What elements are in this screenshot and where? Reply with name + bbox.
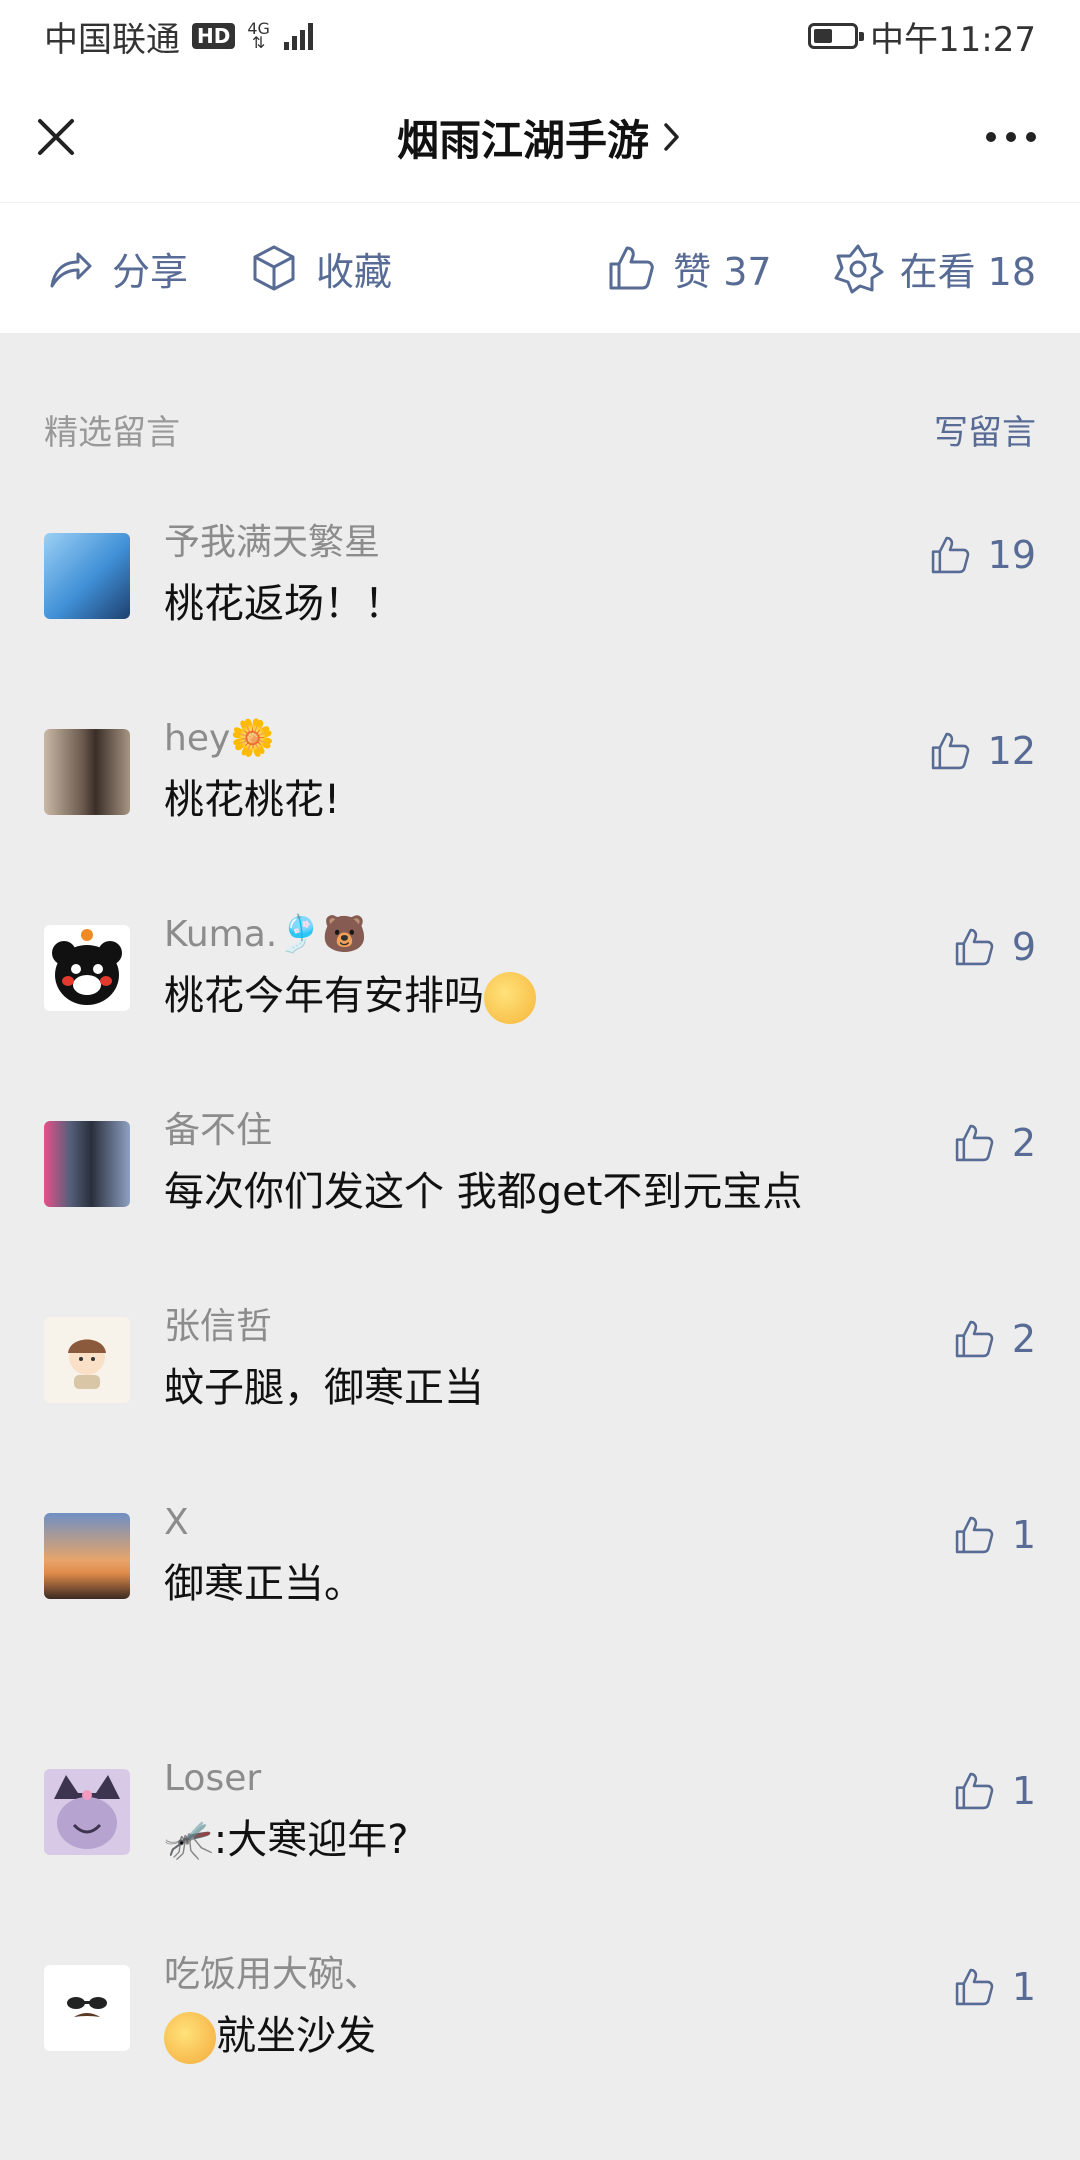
comment-like-button[interactable]: 2 — [952, 1317, 1036, 1361]
comment-item: Loser 🦟:大寒迎年? 1 — [0, 1717, 1080, 1913]
signal-icon — [283, 22, 313, 50]
bear-avatar-icon — [52, 929, 122, 1005]
comment-like-count: 1 — [1011, 1965, 1036, 2009]
comment-item: hey🌼 桃花桃花! 12 — [0, 677, 1080, 873]
clock: 中午11:27 — [870, 19, 1036, 60]
comment-author[interactable]: 张信哲 — [164, 1303, 1036, 1351]
eating-emoji-icon — [164, 2012, 216, 2064]
thumbs-up-icon — [955, 1772, 994, 1810]
comment-text-row: 就坐沙发 — [164, 2009, 1036, 2064]
comment-like-count: 2 — [1011, 1317, 1036, 1361]
comment-author[interactable]: hey🌼 — [164, 715, 1036, 763]
comment-text: 蚊子腿，御寒正当 — [164, 1365, 484, 1411]
like-label: 赞 37 — [673, 249, 772, 294]
comment-like-count: 2 — [1011, 1121, 1036, 1165]
avatar[interactable] — [44, 1317, 130, 1403]
more-icon[interactable] — [986, 132, 1036, 142]
box-icon — [253, 245, 295, 291]
thumbs-up-icon — [955, 1968, 994, 2006]
network-type: 4G ⇅ — [247, 21, 270, 52]
avatar[interactable] — [44, 533, 130, 619]
account-name: 烟雨江湖手游 — [396, 115, 649, 165]
avatar[interactable] — [44, 1121, 130, 1207]
share-icon — [50, 252, 92, 288]
carrier-label: 中国联通 — [44, 19, 180, 60]
comment-text: 桃花桃花! — [164, 777, 341, 823]
comment-author[interactable]: X — [164, 1499, 1036, 1547]
cartoon-boy-avatar-icon — [68, 1339, 106, 1389]
comment-item: X 御寒正当。 1 — [0, 1461, 1080, 1657]
comment-author[interactable]: Loser — [164, 1755, 1036, 1803]
nav-bar: 烟雨江湖手游 — [0, 72, 1080, 203]
hd-badge: HD — [192, 23, 236, 49]
favorite-label: 收藏 — [316, 249, 393, 294]
comment-text: 每次你们发这个 我都get不到元宝点 — [164, 1169, 803, 1215]
avatar[interactable] — [44, 925, 130, 1011]
comment-text: 🦟:大寒迎年? — [164, 1817, 409, 1863]
thumbs-up-icon — [955, 928, 994, 966]
comment-item: 吃饭用大碗、 就坐沙发 1 — [0, 1913, 1080, 2109]
comment-like-button[interactable]: 12 — [928, 729, 1036, 773]
comment-like-count: 12 — [987, 729, 1036, 773]
watching-label: 在看 18 — [899, 249, 1036, 294]
comments-header: 精选留言 写留言 — [0, 399, 1080, 459]
battery-icon — [808, 23, 865, 49]
thumbs-up-icon — [609, 246, 654, 290]
comment-like-count: 9 — [1011, 925, 1036, 969]
comment-like-button[interactable]: 2 — [952, 1121, 1036, 1165]
avatar[interactable] — [44, 1769, 130, 1855]
comment-text: 桃花返场！！ — [164, 581, 404, 627]
comment-like-button[interactable]: 1 — [952, 1965, 1036, 2009]
comment-like-button[interactable]: 1 — [952, 1513, 1036, 1557]
share-button[interactable]: 分享 — [44, 241, 188, 296]
write-comment-link[interactable]: 写留言 — [934, 405, 1036, 454]
comment-text-row: 桃花今年有安排吗 — [164, 969, 1036, 1024]
thumbs-up-icon — [955, 1516, 994, 1554]
close-icon[interactable] — [34, 115, 78, 159]
avatar[interactable] — [44, 1965, 130, 2051]
comment-item: 张信哲 蚊子腿，御寒正当 2 — [0, 1265, 1080, 1461]
like-button[interactable]: 赞 37 — [605, 241, 772, 296]
cartoon-character-avatar-icon — [54, 1775, 120, 1849]
thumbs-up-icon — [955, 1320, 994, 1358]
comment-author[interactable]: 予我满天繁星 — [164, 519, 1036, 567]
avatar[interactable] — [44, 729, 130, 815]
comment-item: 备不住 每次你们发这个 我都get不到元宝点 2 — [0, 1069, 1080, 1265]
comment-author[interactable]: 备不住 — [164, 1107, 1036, 1155]
favorite-button[interactable]: 收藏 — [248, 241, 392, 296]
comment-list: 予我满天繁星 桃花返场！！ 19 hey🌼 桃花桃花! 12 Kuma.🎐🐻 桃… — [0, 481, 1080, 2109]
status-right: 中午11:27 — [808, 12, 1036, 61]
comment-text: 御寒正当。 — [164, 1561, 364, 1607]
comment-like-button[interactable]: 19 — [928, 533, 1036, 577]
featured-comments-label: 精选留言 — [44, 412, 180, 453]
thumbs-up-icon — [931, 536, 969, 574]
watching-button[interactable]: 在看 18 — [832, 241, 1036, 296]
comment-item: 予我满天繁星 桃花返场！！ 19 — [0, 481, 1080, 677]
sunglasses-mustache-avatar-icon — [67, 1997, 107, 2017]
star-icon — [834, 244, 884, 294]
thumbs-up-icon — [931, 732, 969, 770]
comment-author[interactable]: Kuma.🎐🐻 — [164, 911, 1036, 959]
comment-like-button[interactable]: 9 — [952, 925, 1036, 969]
share-label: 分享 — [112, 249, 189, 294]
avatar[interactable] — [44, 1513, 130, 1599]
comment-like-button[interactable]: 1 — [952, 1769, 1036, 1813]
action-bar: 分享 收藏 赞 37 在看 18 — [0, 203, 1080, 333]
status-left: 中国联通 HD 4G ⇅ — [44, 12, 313, 61]
comment-like-count: 1 — [1011, 1513, 1036, 1557]
comment-like-count: 1 — [1011, 1769, 1036, 1813]
account-title[interactable]: 烟雨江湖手游 — [397, 107, 683, 168]
comment-text: 桃花今年有安排吗 — [164, 973, 484, 1019]
status-bar: 中国联通 HD 4G ⇅ 中午11:27 — [0, 0, 1080, 72]
chevron-right-icon — [664, 123, 679, 151]
thumbs-up-icon — [955, 1124, 994, 1162]
comment-like-count: 19 — [987, 533, 1036, 577]
thinking-emoji-icon — [484, 972, 536, 1024]
comment-item: Kuma.🎐🐻 桃花今年有安排吗 9 — [0, 873, 1080, 1069]
network-arrows-icon: ⇅ — [251, 33, 266, 52]
comment-text: 就坐沙发 — [216, 2013, 376, 2059]
comment-author[interactable]: 吃饭用大碗、 — [164, 1951, 1036, 1999]
